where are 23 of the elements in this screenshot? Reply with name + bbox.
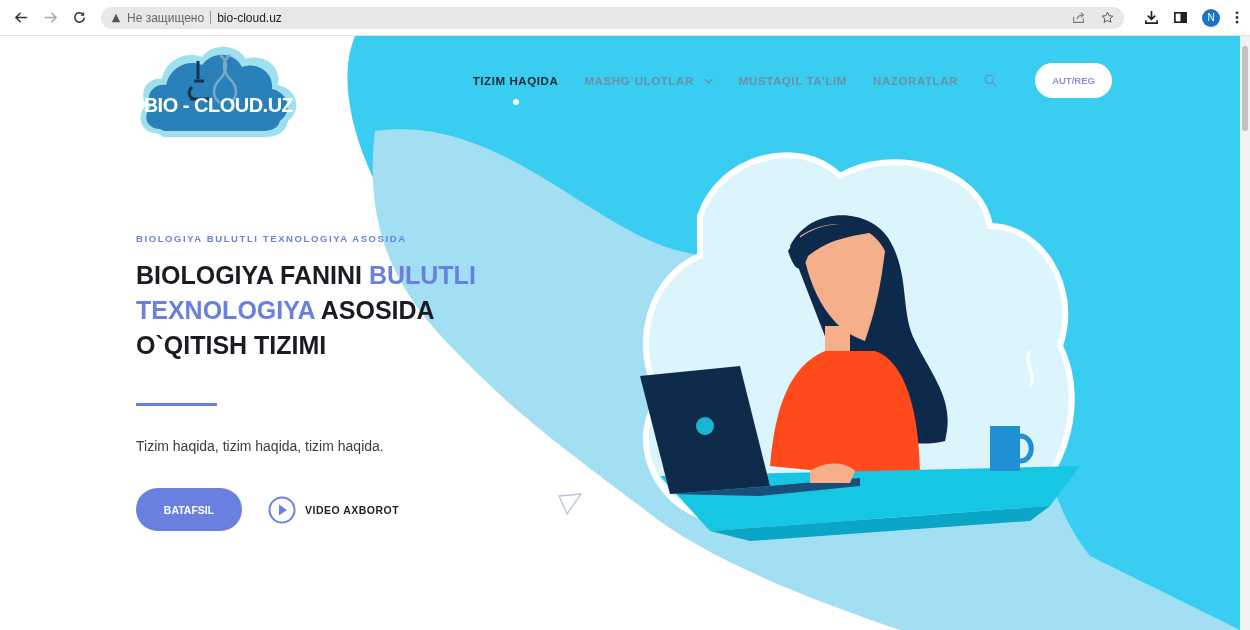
active-indicator-dot xyxy=(512,98,519,105)
menu-icon[interactable] xyxy=(1234,10,1240,25)
download-icon[interactable] xyxy=(1144,10,1159,25)
profile-avatar[interactable]: N xyxy=(1202,8,1220,27)
warning-icon xyxy=(111,12,121,23)
nav-link[interactable]: TIZIM HAQIDA xyxy=(472,74,559,87)
scrollbar-thumb[interactable] xyxy=(1242,46,1248,131)
details-button[interactable]: BATAFSIL xyxy=(136,488,242,531)
logo-text[interactable]: BIO - CLOUD.UZ xyxy=(143,94,294,117)
play-icon[interactable] xyxy=(268,495,296,524)
auth-button[interactable]: AUT/REG xyxy=(1035,63,1112,98)
security-label: Не защищено xyxy=(127,10,205,25)
address-bar[interactable]: Не защищено bio-cloud.uz xyxy=(101,6,1124,29)
side-panel-icon[interactable] xyxy=(1173,10,1188,25)
video-link[interactable]: VIDEO AXBOROT xyxy=(305,503,400,516)
url-text: bio-cloud.uz xyxy=(217,10,282,25)
hero-description: Tizim haqida, tizim haqida, tizim haqida. xyxy=(136,438,385,454)
share-icon[interactable] xyxy=(1072,11,1085,24)
chevron-down-icon xyxy=(703,77,713,84)
triangle-icon xyxy=(557,492,583,516)
star-icon[interactable] xyxy=(1101,11,1114,24)
reload-icon[interactable] xyxy=(72,10,87,25)
back-icon[interactable] xyxy=(14,10,29,25)
